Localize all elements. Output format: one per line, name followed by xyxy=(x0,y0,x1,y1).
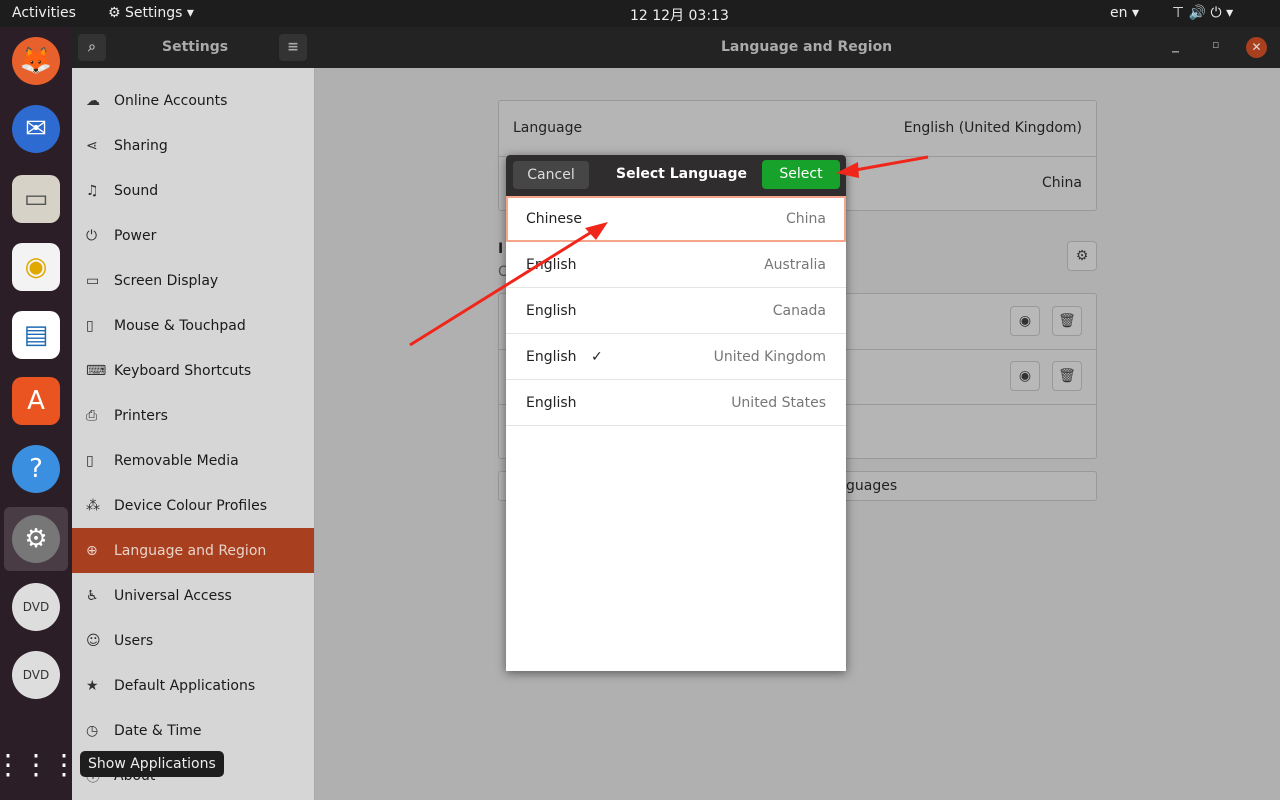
arrow-to-select xyxy=(849,155,929,173)
arrow-to-chinese xyxy=(409,226,599,347)
arrowhead-chinese xyxy=(585,222,608,240)
arrowhead-select xyxy=(836,162,859,178)
annotation-arrows xyxy=(409,155,929,347)
show-applications-tooltip: Show Applications xyxy=(80,751,224,777)
